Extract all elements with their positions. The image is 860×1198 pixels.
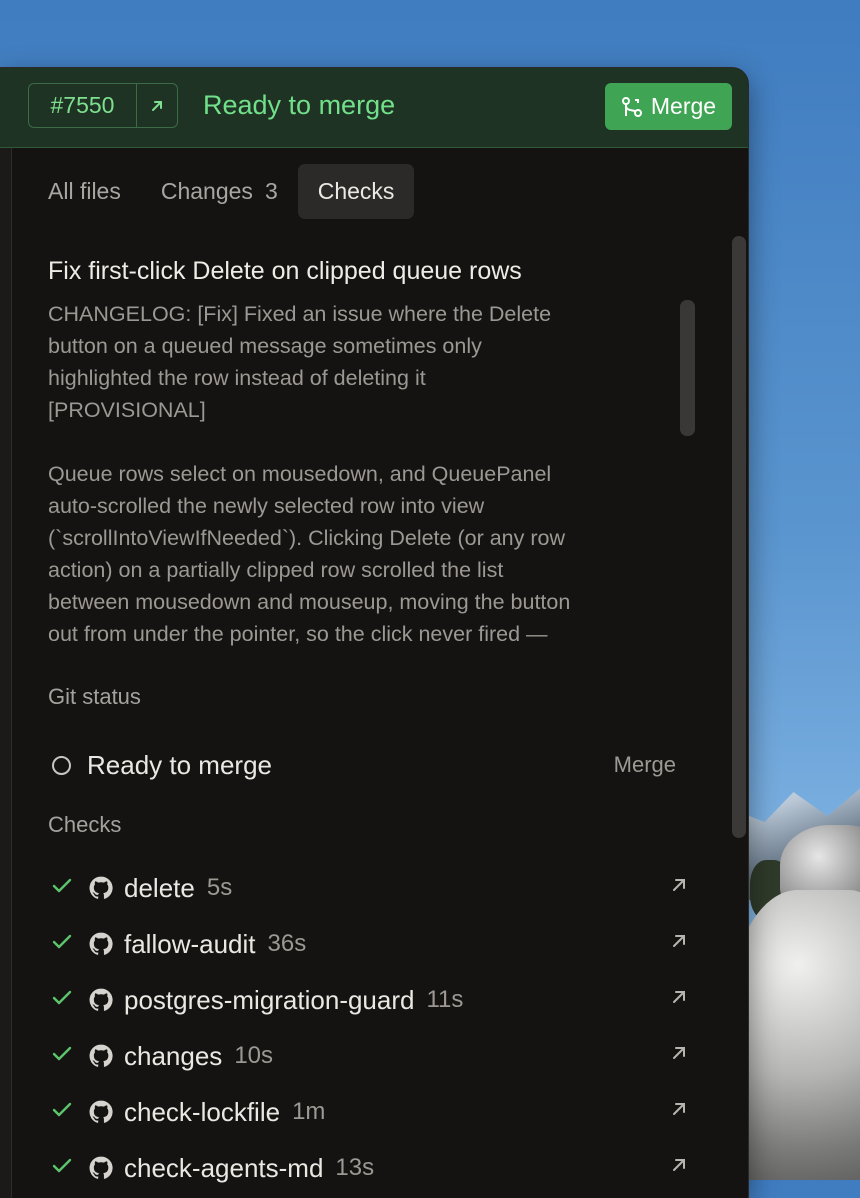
check-duration: 13s — [335, 1154, 375, 1181]
check-duration: 10s — [234, 1042, 274, 1069]
check-name: fallow-audit — [124, 928, 256, 959]
git-status-heading: Git status — [48, 684, 141, 709]
merge-button[interactable]: Merge — [605, 83, 732, 130]
pr-header: #7550 Ready to merge Merge — [0, 68, 748, 148]
pr-number-group: #7550 — [28, 83, 178, 128]
github-icon — [89, 876, 113, 899]
check-row[interactable]: delete 5s — [52, 868, 688, 908]
open-check-button[interactable] — [670, 1156, 688, 1180]
check-duration: 1m — [292, 1098, 326, 1125]
check-name: delete — [124, 872, 195, 903]
merge-status-title: Ready to merge — [203, 90, 396, 120]
pr-panel-window: #7550 Ready to merge Merge All files Cha… — [0, 68, 748, 1198]
git-status-row: Ready to merge Merge — [52, 748, 676, 782]
checkmark-icon — [52, 877, 74, 900]
check-row[interactable]: changes 10s — [52, 1036, 688, 1076]
arrow-up-right-icon — [673, 1159, 685, 1171]
git-merge-link[interactable]: Merge — [614, 752, 676, 778]
status-circle-icon — [52, 755, 71, 775]
pr-description[interactable]: CHANGELOG: [Fix] Fixed an issue where th… — [48, 298, 673, 660]
open-check-button[interactable] — [670, 876, 688, 900]
tab-label: All files — [48, 178, 121, 204]
open-check-button[interactable] — [670, 988, 688, 1012]
check-row[interactable]: fallow-audit 36s — [52, 924, 688, 964]
checkmark-icon — [52, 1045, 74, 1068]
left-divider — [0, 68, 12, 1198]
tab-bar: All files Changes 3 Checks — [28, 164, 415, 220]
checkmark-icon — [52, 1101, 74, 1124]
check-row[interactable]: check-lockfile 1m — [52, 1092, 688, 1132]
arrow-up-right-icon — [673, 879, 685, 891]
github-icon — [89, 1156, 113, 1179]
tab-count: 3 — [264, 178, 278, 204]
tab-all-files[interactable]: All files — [28, 164, 141, 219]
check-duration: 5s — [206, 874, 233, 901]
boulder-large — [730, 890, 860, 1180]
check-name: changes — [124, 1040, 223, 1071]
git-merge-icon — [621, 96, 642, 117]
github-icon — [89, 988, 113, 1011]
github-icon — [89, 1044, 113, 1067]
arrow-up-right-icon — [673, 1047, 685, 1059]
check-row[interactable]: postgres-migration-guard 11s — [52, 980, 688, 1020]
pr-title: Fix first-click Delete on clipped queue … — [48, 257, 522, 285]
git-status-text: Ready to merge — [87, 749, 272, 780]
github-icon — [89, 1100, 113, 1123]
checkmark-icon — [52, 1157, 74, 1180]
open-external-button[interactable] — [137, 84, 177, 127]
check-name: postgres-migration-guard — [124, 984, 415, 1015]
open-check-button[interactable] — [670, 1044, 688, 1068]
checks-heading: Checks — [48, 812, 122, 837]
open-check-button[interactable] — [670, 932, 688, 956]
tab-label: Checks — [317, 178, 395, 204]
pr-number[interactable]: #7550 — [29, 84, 137, 127]
tab-label: Changes — [160, 178, 253, 204]
github-icon — [89, 932, 113, 955]
panel-scrollbar[interactable] — [732, 236, 746, 838]
check-row[interactable]: check-agents-md 13s — [52, 1148, 688, 1188]
description-scrollbar[interactable] — [680, 300, 695, 436]
arrow-up-right-icon — [673, 991, 685, 1003]
tab-changes[interactable]: Changes 3 — [141, 164, 298, 219]
check-duration: 11s — [426, 986, 464, 1013]
arrow-up-right-icon — [673, 1103, 685, 1115]
checkmark-icon — [52, 933, 74, 956]
checkmark-icon — [52, 989, 74, 1012]
merge-button-label: Merge — [650, 93, 717, 119]
check-name: check-lockfile — [124, 1096, 281, 1127]
check-duration: 36s — [267, 930, 307, 957]
open-check-button[interactable] — [670, 1100, 688, 1124]
tab-checks[interactable]: Checks — [297, 164, 415, 219]
arrow-up-right-icon — [152, 100, 162, 111]
arrow-up-right-icon — [673, 935, 685, 947]
check-name: check-agents-md — [124, 1152, 324, 1183]
